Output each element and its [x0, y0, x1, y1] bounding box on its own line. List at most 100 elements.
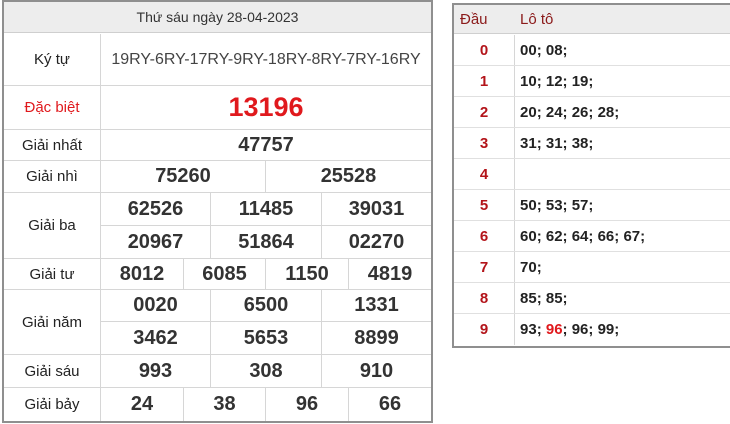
giai-tu-number: 1150 [266, 259, 349, 289]
loto-dau: 9 [454, 314, 515, 345]
loto-separator: ; [588, 135, 594, 152]
giai-sau-label: Giải sáu [4, 355, 101, 387]
loto-separator: ; [588, 104, 598, 121]
loto-number: 62 [545, 228, 563, 245]
row-giai-tu: Giải tư 8012 6085 1150 4819 [4, 259, 431, 290]
giai-tu-label: Giải tư [4, 259, 101, 289]
loto-separator: ; [562, 228, 572, 245]
loto-number: 99 [597, 321, 615, 338]
loto-number: 26 [571, 104, 589, 121]
results-table: Thứ sáu ngày 28-04-2023 Ký tự 19RY-6RY-1… [2, 0, 433, 423]
giai-nam-number: 8899 [354, 326, 399, 349]
giai-ba-label: Giải ba [4, 193, 101, 258]
loto-separator: ; [588, 321, 598, 338]
giai-sau-number: 308 [211, 355, 322, 387]
giai-ba-number: 02270 [348, 230, 405, 253]
loto-row: 9 93; 96; 96; 99; [454, 314, 730, 345]
giai-tu-number: 4819 [367, 262, 413, 285]
giai-ba-number: 62526 [101, 193, 211, 226]
giai-sau-number: 910 [359, 359, 394, 382]
loto-separator: ; [536, 42, 546, 59]
loto-number: 60 [520, 228, 537, 245]
giai-ba-number: 39031 [322, 193, 431, 226]
giai-tu-number: 6085 [184, 259, 266, 289]
loto-number: 19 [571, 73, 589, 90]
loto-header-loto: Lô tô [520, 11, 554, 28]
loto-number: 24 [545, 104, 563, 121]
loto-number: 31 [545, 135, 563, 152]
row-giai-sau: Giải sáu 993 308 910 [4, 355, 431, 388]
giai-bay-number: 24 [101, 388, 184, 421]
loto-number: 64 [571, 228, 589, 245]
giai-nhi-label: Giải nhì [4, 161, 101, 192]
loto-separator: ; [536, 73, 546, 90]
loto-number: 53 [545, 197, 563, 214]
loto-number: 38 [571, 135, 589, 152]
loto-number: 12 [545, 73, 563, 90]
loto-row: 1 10; 12; 19; [454, 66, 730, 97]
loto-numbers: 93; 96; 96; 99; [520, 314, 619, 345]
giai-nam-label: Giải năm [4, 290, 101, 354]
dac-biet-label: Đặc biệt [4, 86, 101, 129]
loto-header-dau: Đầu [460, 11, 488, 28]
loto-separator: ; [614, 321, 620, 338]
loto-separator: ; [588, 197, 594, 214]
loto-separator: ; [536, 197, 546, 214]
loto-separator: ; [562, 42, 568, 59]
loto-number: 85 [545, 290, 563, 307]
loto-number: 50 [520, 197, 537, 214]
giai-ba-number: 51864 [211, 226, 322, 258]
loto-separator: ; [536, 321, 546, 338]
loto-dau: 6 [454, 221, 515, 251]
ky-tu-value: 19RY-6RY-17RY-9RY-18RY-8RY-7RY-16RY [111, 50, 421, 68]
giai-nam-number: 6500 [211, 290, 322, 322]
loto-row: 3 31; 31; 38; [454, 128, 730, 159]
row-giai-nhi: Giải nhì 75260 25528 [4, 161, 431, 193]
loto-separator: ; [536, 290, 546, 307]
row-giai-bay: Giải bảy 24 38 96 66 [4, 388, 431, 421]
loto-number: 20 [520, 104, 537, 121]
row-ky-tu: Ký tự 19RY-6RY-17RY-9RY-18RY-8RY-7RY-16R… [4, 34, 431, 86]
loto-numbers: 60; 62; 64; 66; 67; [520, 221, 645, 252]
row-giai-nam: Giải năm 0020 6500 1331 3462 5653 8899 [4, 290, 431, 355]
loto-row: 7 70; [454, 252, 730, 283]
loto-dau: 4 [454, 159, 515, 189]
results-date-title: Thứ sáu ngày 28-04-2023 [4, 2, 431, 33]
loto-number: 85 [520, 290, 537, 307]
loto-numbers: 20; 24; 26; 28; [520, 97, 619, 128]
loto-separator: ; [562, 321, 572, 338]
loto-separator: ; [536, 228, 546, 245]
loto-row: 4 [454, 159, 730, 190]
loto-row: 8 85; 85; [454, 283, 730, 314]
row-giai-nhat: Giải nhất 47757 [4, 130, 431, 161]
giai-bay-number: 66 [378, 393, 402, 415]
loto-numbers: 50; 53; 57; [520, 190, 593, 221]
loto-row: 6 60; 62; 64; 66; 67; [454, 221, 730, 252]
giai-sau-number: 993 [101, 355, 211, 387]
loto-row: 5 50; 53; 57; [454, 190, 730, 221]
loto-separator: ; [562, 73, 572, 90]
loto-separator: ; [562, 197, 572, 214]
giai-nam-number: 1331 [322, 290, 431, 322]
loto-number: 70 [520, 259, 537, 276]
row-dac-biet: Đặc biệt 13196 [4, 86, 431, 130]
giai-nhi-number: 25528 [320, 165, 377, 187]
loto-number: 28 [597, 104, 615, 121]
loto-numbers: 10; 12; 19; [520, 66, 593, 97]
giai-nhat-label: Giải nhất [4, 130, 101, 160]
loto-number: 00 [520, 42, 537, 59]
loto-number: 93 [520, 321, 537, 338]
loto-separator: ; [562, 104, 572, 121]
giai-nam-number: 5653 [211, 322, 322, 354]
loto-separator: ; [588, 73, 594, 90]
giai-bay-number: 96 [266, 388, 349, 421]
row-giai-ba: Giải ba 62526 11485 39031 20967 51864 02… [4, 193, 431, 259]
loto-numbers: 00; 08; [520, 35, 568, 66]
loto-separator: ; [640, 228, 646, 245]
loto-numbers: 31; 31; 38; [520, 128, 593, 159]
loto-separator: ; [562, 290, 568, 307]
loto-number: 96 [571, 321, 589, 338]
loto-numbers: 70; [520, 252, 542, 283]
loto-row: 0 00; 08; [454, 35, 730, 66]
dac-biet-number: 13196 [228, 92, 304, 122]
